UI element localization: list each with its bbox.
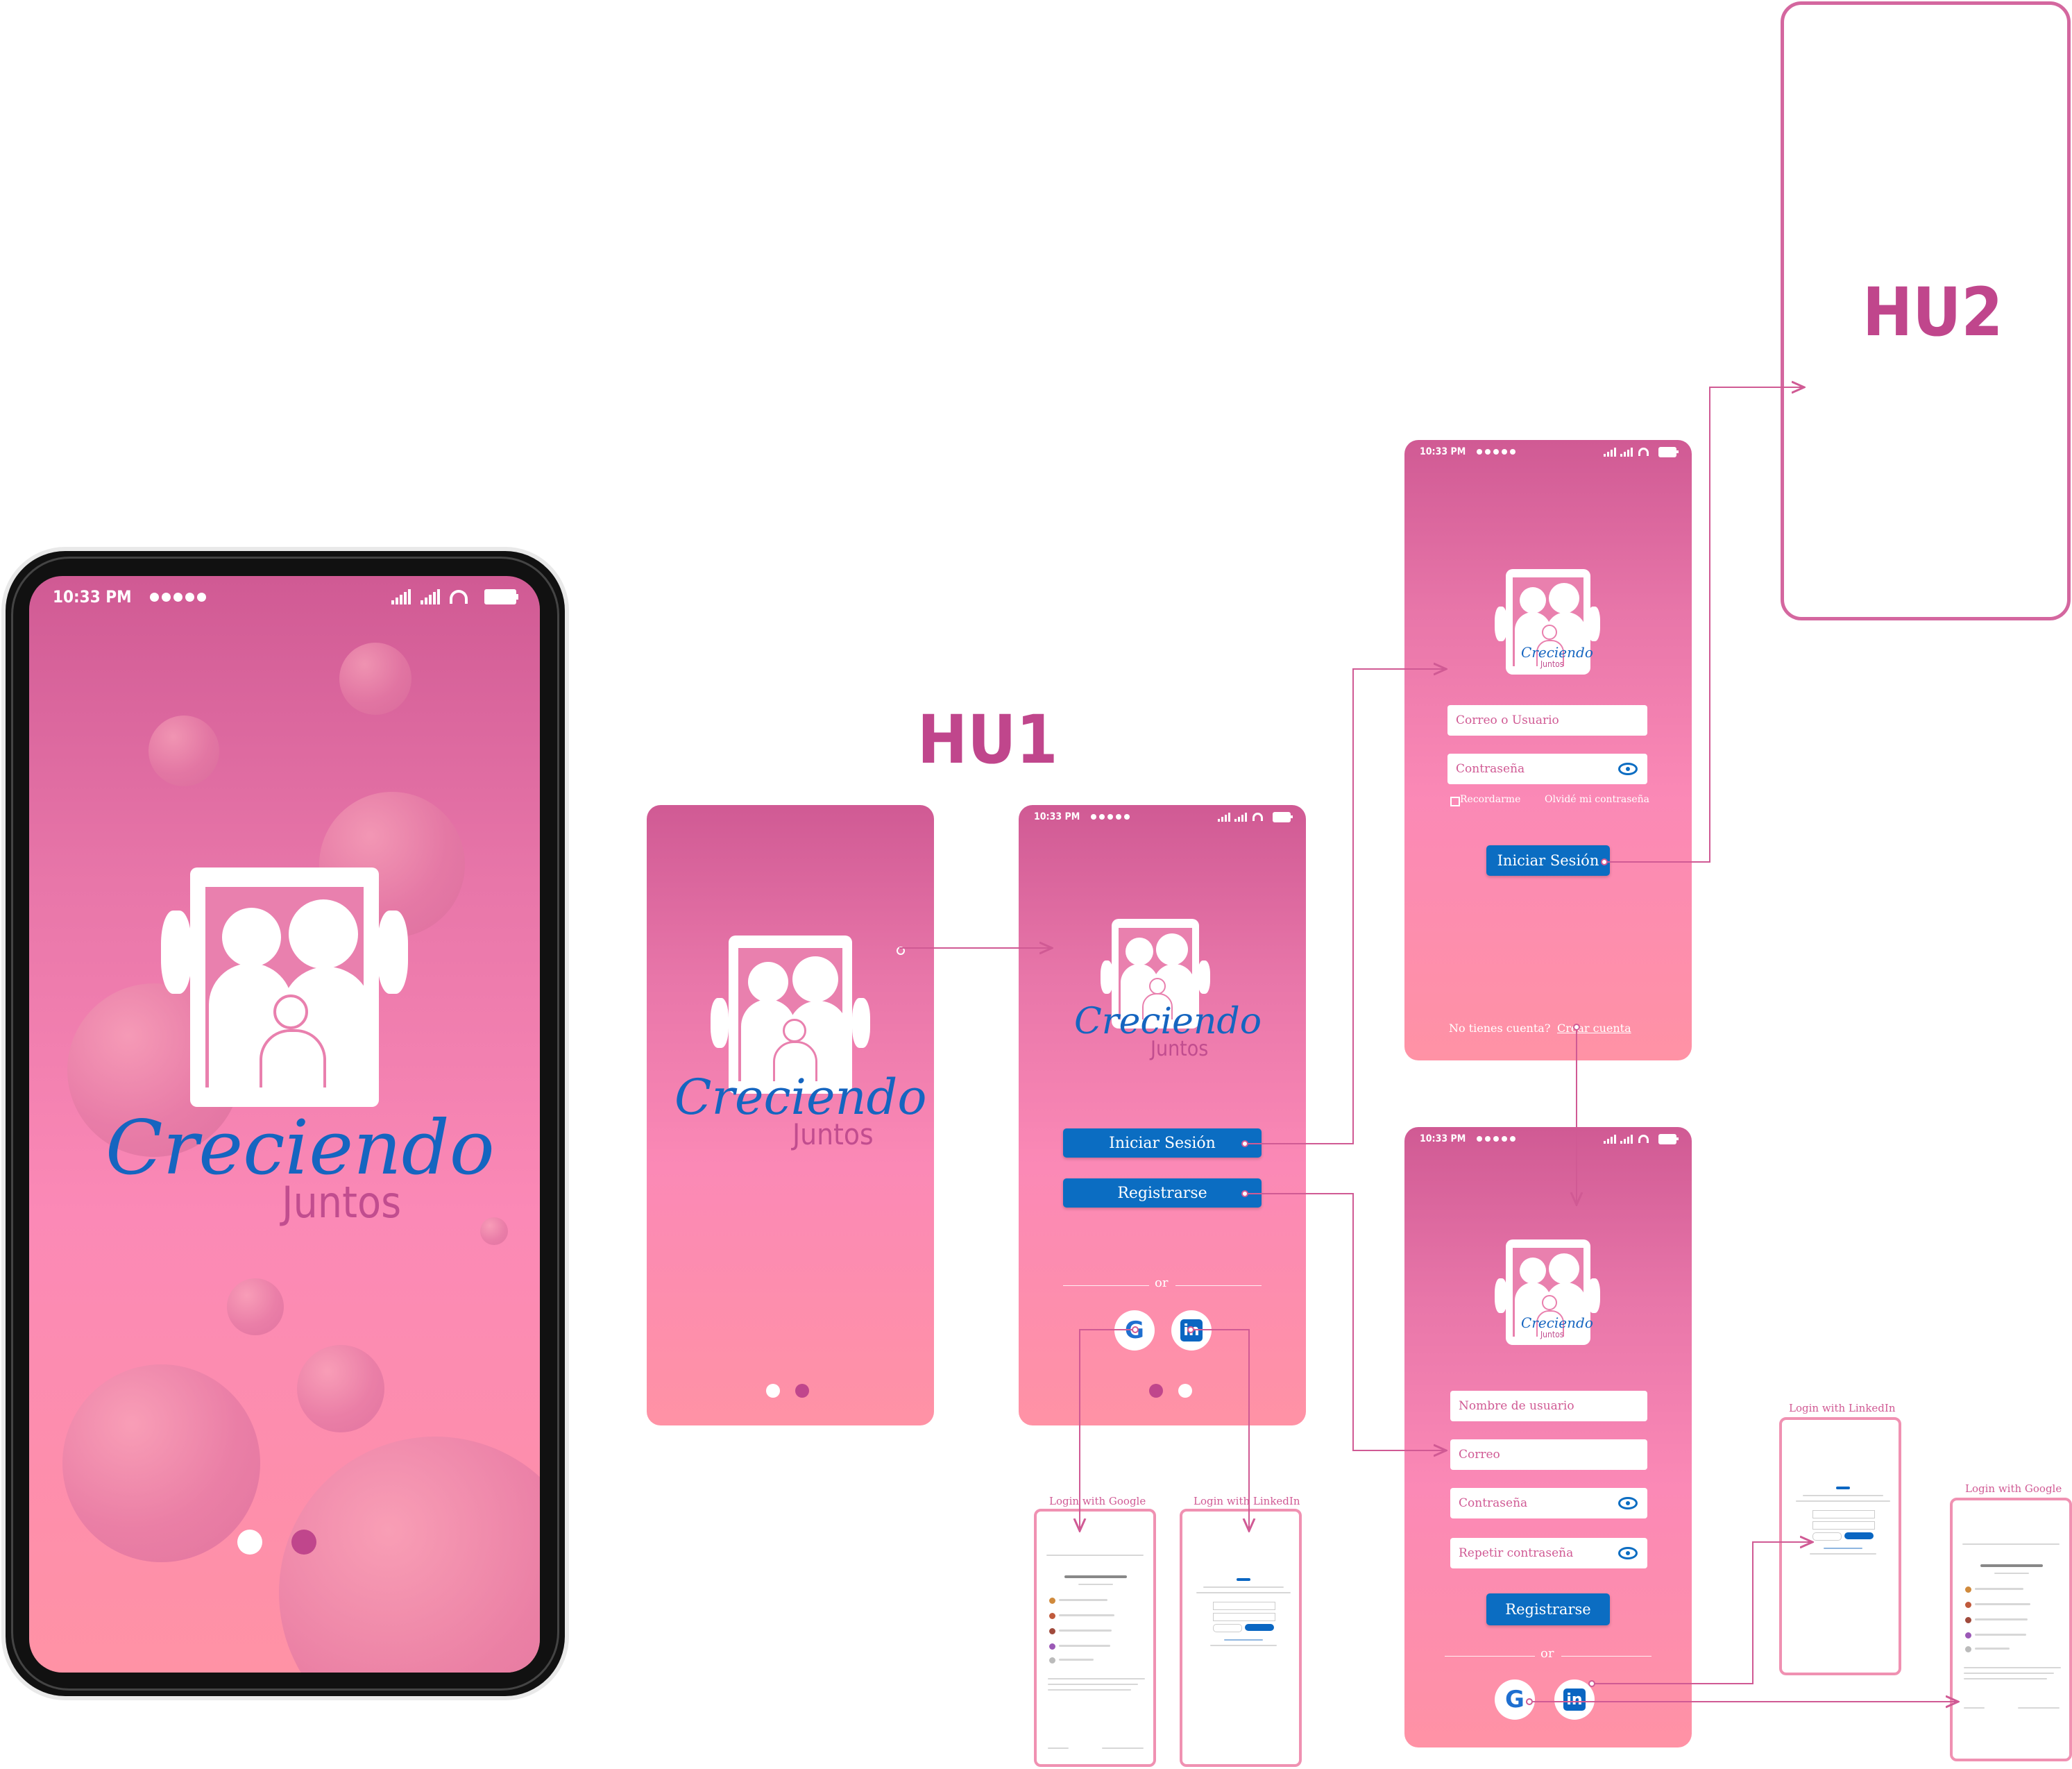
flow-connectors bbox=[899, 0, 2072, 1769]
